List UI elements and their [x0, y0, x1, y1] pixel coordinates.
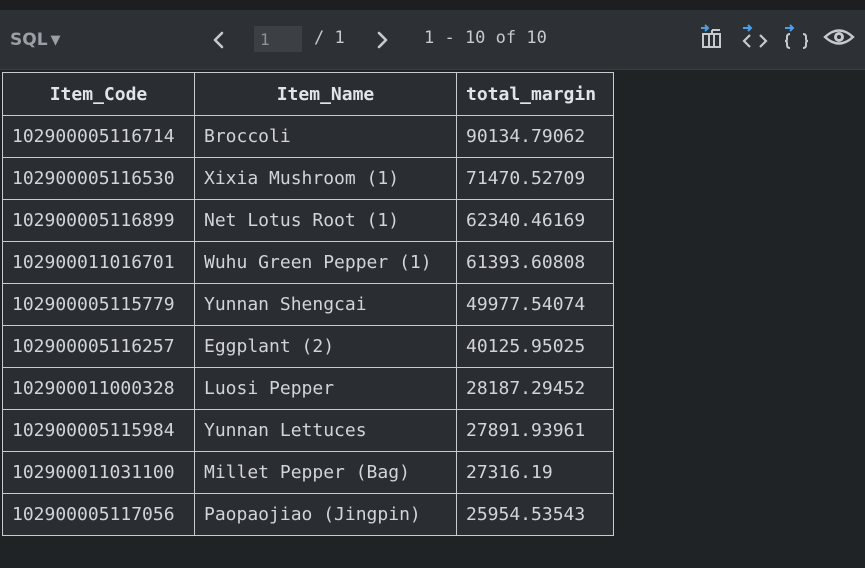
table-row: 102900005115984 Yunnan Lettuces 27891.93…: [2, 409, 614, 452]
cell-item-name[interactable]: Paopaojiao (Jingpin): [194, 493, 457, 536]
top-strip: [0, 0, 865, 10]
table-row: 102900005115779 Yunnan Shengcai 49977.54…: [2, 283, 614, 326]
export-code-icon: [742, 24, 768, 48]
table-header-row: Item_Code Item_Name total_margin: [2, 72, 614, 116]
result-toolbar: SQL ▼ / 1 1 - 10 of 10: [0, 10, 865, 70]
export-json-icon: [784, 24, 809, 49]
row-range-text: 1 - 10 of 10: [424, 28, 547, 48]
cell-item-name[interactable]: Broccoli: [194, 115, 457, 158]
cell-total-margin[interactable]: 27316.19: [456, 451, 614, 494]
cell-total-margin[interactable]: 27891.93961: [456, 409, 614, 452]
caret-down-icon: ▼: [50, 32, 61, 48]
cell-item-name[interactable]: Eggplant (2): [194, 325, 457, 368]
cell-item-name[interactable]: Yunnan Lettuces: [194, 409, 457, 452]
cell-total-margin[interactable]: 25954.53543: [456, 493, 614, 536]
next-page-button[interactable]: [370, 27, 394, 53]
export-table-icon: [701, 24, 721, 48]
table-row: 102900005116899 Net Lotus Root (1) 62340…: [2, 199, 614, 242]
language-selector[interactable]: SQL ▼: [10, 28, 61, 52]
cell-item-code[interactable]: 102900005115984: [2, 409, 195, 452]
cell-item-code[interactable]: 102900011000328: [2, 367, 195, 410]
cell-item-code[interactable]: 102900005115779: [2, 283, 195, 326]
table-row: 102900011000328 Luosi Pepper 28187.29452: [2, 367, 614, 410]
eye-icon: [823, 29, 855, 45]
cell-item-code[interactable]: 102900005116257: [2, 325, 195, 368]
column-header-total-margin[interactable]: total_margin: [456, 72, 614, 116]
cell-item-name[interactable]: Yunnan Shengcai: [194, 283, 457, 326]
cell-total-margin[interactable]: 62340.46169: [456, 199, 614, 242]
export-code-button[interactable]: [740, 22, 768, 52]
cell-item-name[interactable]: Net Lotus Root (1): [194, 199, 457, 242]
cell-item-name[interactable]: Wuhu Green Pepper (1): [194, 241, 457, 284]
cell-item-name[interactable]: Xixia Mushroom (1): [194, 157, 457, 200]
page-total: / 1: [314, 28, 345, 48]
column-header-item-code[interactable]: Item_Code: [2, 72, 195, 116]
table-row: 102900005116257 Eggplant (2) 40125.95025: [2, 325, 614, 368]
cell-item-code[interactable]: 102900005116714: [2, 115, 195, 158]
page-number-input[interactable]: [254, 26, 302, 52]
cell-item-code[interactable]: 102900011016701: [2, 241, 195, 284]
cell-item-name[interactable]: Luosi Pepper: [194, 367, 457, 410]
cell-item-code[interactable]: 102900011031100: [2, 451, 195, 494]
cell-item-code[interactable]: 102900005117056: [2, 493, 195, 536]
table-row: 102900005117056 Paopaojiao (Jingpin) 259…: [2, 493, 614, 536]
cell-total-margin[interactable]: 28187.29452: [456, 367, 614, 410]
export-table-button[interactable]: [698, 22, 726, 52]
cell-total-margin[interactable]: 71470.52709: [456, 157, 614, 200]
export-json-button[interactable]: [782, 22, 810, 52]
cell-item-name[interactable]: Millet Pepper (Bag): [194, 451, 457, 494]
language-label: SQL: [10, 30, 48, 50]
cell-total-margin[interactable]: 61393.60808: [456, 241, 614, 284]
cell-total-margin[interactable]: 90134.79062: [456, 115, 614, 158]
column-header-item-name[interactable]: Item_Name: [194, 72, 457, 116]
chevron-left-icon: [213, 31, 224, 49]
cell-item-code[interactable]: 102900005116899: [2, 199, 195, 242]
table-row: 102900011031100 Millet Pepper (Bag) 2731…: [2, 451, 614, 494]
table-row: 102900011016701 Wuhu Green Pepper (1) 61…: [2, 241, 614, 284]
preview-button[interactable]: [823, 22, 855, 52]
previous-page-button[interactable]: [207, 27, 231, 53]
chevron-right-icon: [377, 31, 388, 49]
table-row: 102900005116714 Broccoli 90134.79062: [2, 115, 614, 158]
cell-item-code[interactable]: 102900005116530: [2, 157, 195, 200]
cell-total-margin[interactable]: 49977.54074: [456, 283, 614, 326]
result-table: Item_Code Item_Name total_margin 1029000…: [2, 72, 614, 536]
table-row: 102900005116530 Xixia Mushroom (1) 71470…: [2, 157, 614, 200]
cell-total-margin[interactable]: 40125.95025: [456, 325, 614, 368]
